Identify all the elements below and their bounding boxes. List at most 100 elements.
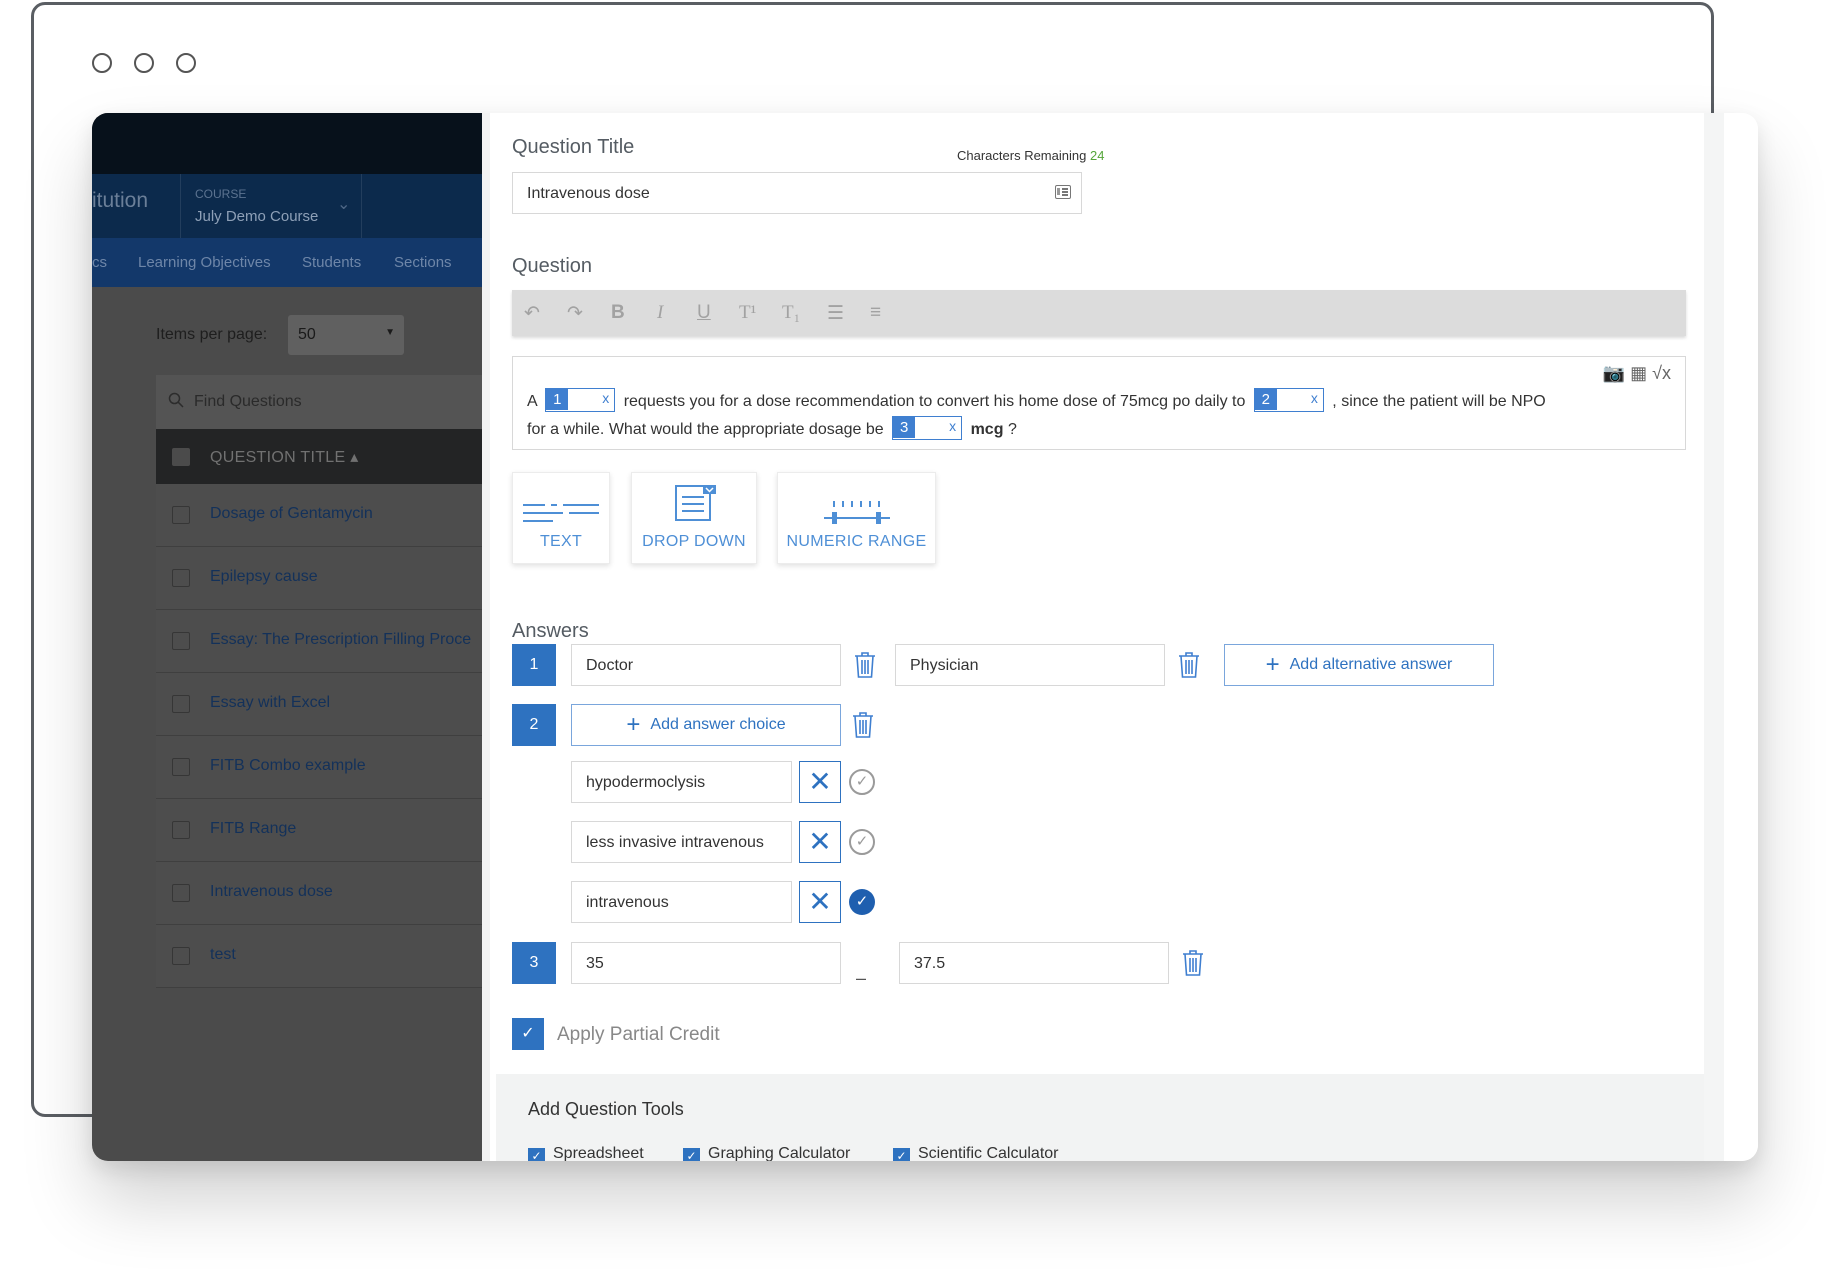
table-row[interactable]: test: [156, 925, 482, 988]
tab-students[interactable]: Students: [302, 254, 361, 271]
tool-checkbox[interactable]: ✓: [683, 1148, 700, 1161]
partial-credit-checkbox[interactable]: ✓: [512, 1018, 544, 1050]
row-checkbox[interactable]: [172, 821, 190, 839]
row-checkbox[interactable]: [172, 569, 190, 587]
tab-learning-objectives[interactable]: Learning Objectives: [138, 254, 271, 271]
range-min-input[interactable]: 35: [571, 942, 841, 984]
answer-number: 2: [512, 704, 556, 746]
question-link[interactable]: test: [210, 946, 236, 964]
pane-divider: [482, 113, 490, 1161]
question-link[interactable]: FITB Combo example: [210, 757, 366, 775]
row-checkbox[interactable]: [172, 506, 190, 524]
correct-answer-check-icon[interactable]: ✓: [849, 889, 875, 915]
answer-type-numeric-range[interactable]: NUMERIC RANGE: [777, 472, 936, 564]
trash-icon[interactable]: [852, 711, 874, 739]
course-subnav: cs Learning Objectives Students Sections: [92, 238, 482, 287]
row-checkbox[interactable]: [172, 884, 190, 902]
contact-card-icon[interactable]: [1055, 185, 1071, 199]
trash-icon[interactable]: [854, 651, 876, 679]
remove-choice-button[interactable]: ✕: [799, 821, 841, 863]
table-row[interactable]: Epilepsy cause: [156, 547, 482, 610]
window-dot-icon[interactable]: [176, 53, 196, 73]
add-alternative-answer-button[interactable]: + Add alternative answer: [1224, 644, 1494, 686]
range-max-value: 37.5: [914, 955, 946, 972]
find-questions-search[interactable]: Find Questions: [156, 375, 482, 429]
tab-sections[interactable]: Sections: [394, 254, 452, 271]
remove-blank-icon[interactable]: x: [602, 390, 609, 406]
table-row[interactable]: Dosage of Gentamycin: [156, 484, 482, 547]
table-row[interactable]: FITB Combo example: [156, 736, 482, 799]
question-body-editor[interactable]: 📷 ▦ √x A 1x requests you for a dose reco…: [512, 356, 1686, 450]
range-max-input[interactable]: 37.5: [899, 942, 1169, 984]
tool-option-graphing-calculator[interactable]: ✓ Graphing Calculator: [683, 1145, 850, 1161]
add-answer-choice-button[interactable]: + Add answer choice: [571, 704, 841, 746]
items-per-page-label: Items per page:: [156, 326, 268, 343]
question-label: Question: [512, 255, 593, 277]
row-checkbox[interactable]: [172, 758, 190, 776]
tool-checkbox[interactable]: ✓: [528, 1148, 545, 1161]
underline-icon[interactable]: U: [697, 302, 711, 324]
redo-icon[interactable]: ↷: [567, 302, 583, 325]
question-link[interactable]: Dosage of Gentamycin: [210, 505, 373, 523]
camera-icon[interactable]: 📷: [1603, 363, 1625, 383]
square-root-icon[interactable]: √x: [1652, 363, 1671, 383]
table-row[interactable]: Intravenous dose: [156, 862, 482, 925]
partial-credit-label: Apply Partial Credit: [557, 1024, 720, 1045]
mark-correct-check-icon[interactable]: ✓: [849, 769, 875, 795]
undo-icon[interactable]: ↶: [524, 302, 540, 325]
bullet-list-icon[interactable]: ☰: [827, 302, 844, 325]
blank-chip-1[interactable]: 1x: [545, 388, 616, 412]
row-checkbox[interactable]: [172, 632, 190, 650]
numbered-list-icon[interactable]: ≡: [870, 302, 881, 324]
tool-checkbox[interactable]: ✓: [893, 1148, 910, 1161]
mark-correct-check-icon[interactable]: ✓: [849, 829, 875, 855]
tab-topics[interactable]: cs: [92, 254, 107, 271]
range-separator: –: [856, 968, 867, 988]
answer-type-drop-down[interactable]: DROP DOWN: [631, 472, 757, 564]
trash-icon[interactable]: [1178, 651, 1200, 679]
table-row[interactable]: Essay: The Prescription Filling Proce: [156, 610, 482, 673]
row-checkbox[interactable]: [172, 695, 190, 713]
tool-option-spreadsheet[interactable]: ✓ Spreadsheet: [528, 1145, 644, 1161]
trash-icon[interactable]: [1182, 949, 1204, 977]
select-all-checkbox[interactable]: [172, 448, 190, 466]
answer-input[interactable]: Doctor: [571, 644, 841, 686]
alternative-answer-input[interactable]: Physician: [895, 644, 1165, 686]
remove-blank-icon[interactable]: x: [949, 418, 956, 434]
table-icon[interactable]: ▦: [1630, 363, 1647, 383]
institution-label[interactable]: itution: [92, 189, 148, 213]
items-per-page-select[interactable]: 50 ▼: [288, 315, 404, 355]
question-text: ?: [1007, 421, 1017, 439]
question-link[interactable]: FITB Range: [210, 820, 296, 838]
course-selector[interactable]: COURSE July Demo Course ⌄: [180, 174, 362, 238]
blank-chip-2[interactable]: 2x: [1253, 388, 1324, 412]
table-row[interactable]: FITB Range: [156, 799, 482, 862]
unit-text: mcg: [970, 421, 1004, 439]
question-title-input[interactable]: Intravenous dose: [512, 172, 1082, 214]
window-dot-icon[interactable]: [134, 53, 154, 73]
bold-icon[interactable]: B: [611, 302, 625, 324]
answer-type-label: NUMERIC RANGE: [786, 533, 927, 550]
remove-blank-icon[interactable]: x: [1311, 390, 1318, 406]
rich-text-toolbar: ↶ ↷ B I U T¹ T₁ ☰ ≡: [512, 290, 1686, 336]
tool-option-scientific-calculator[interactable]: ✓ Scientific Calculator: [893, 1145, 1059, 1161]
answer-choice-input[interactable]: less invasive intravenous: [571, 821, 792, 863]
column-header-question-title[interactable]: QUESTION TITLE ▴: [210, 447, 359, 467]
plus-icon: +: [1265, 651, 1280, 678]
table-row[interactable]: Essay with Excel: [156, 673, 482, 736]
italic-icon[interactable]: I: [657, 302, 663, 324]
answer-type-text[interactable]: TEXT: [512, 472, 610, 564]
answer-choice-input[interactable]: hypodermoclysis: [571, 761, 792, 803]
answer-choice-input[interactable]: intravenous: [571, 881, 792, 923]
remove-choice-button[interactable]: ✕: [799, 881, 841, 923]
blank-chip-3[interactable]: 3x: [892, 416, 963, 440]
subscript-icon[interactable]: T₁: [782, 302, 800, 324]
row-checkbox[interactable]: [172, 947, 190, 965]
window-dot-icon[interactable]: [92, 53, 112, 73]
remove-choice-button[interactable]: ✕: [799, 761, 841, 803]
question-link[interactable]: Intravenous dose: [210, 883, 333, 901]
question-link[interactable]: Essay: The Prescription Filling Proce: [210, 631, 471, 649]
question-link[interactable]: Essay with Excel: [210, 694, 330, 712]
superscript-icon[interactable]: T¹: [739, 302, 756, 324]
question-link[interactable]: Epilepsy cause: [210, 568, 318, 586]
